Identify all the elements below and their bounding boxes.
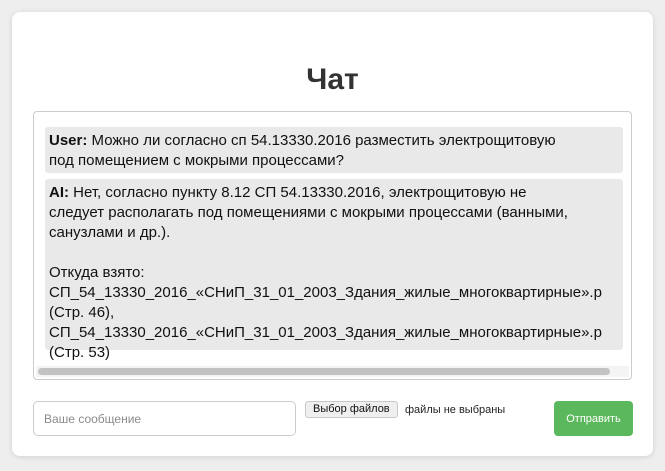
file-status-text: файлы не выбраны [405, 404, 506, 416]
message-input[interactable] [33, 401, 296, 436]
message-list: User: Можно ли согласно сп 54.13330.2016… [45, 127, 623, 362]
source-page: (Стр. 53) [49, 344, 111, 361]
scrollbar-thumb[interactable] [38, 368, 610, 375]
role-colon: : [82, 132, 88, 149]
message-line: AI: Нет, согласно пункту 8.12 СП 54.1333… [49, 183, 619, 203]
choose-files-button[interactable]: Выбор файлов [305, 401, 398, 418]
page-title: Чат [306, 63, 359, 96]
message-text: следует располагать под помещениями с мо… [49, 204, 568, 221]
chat-card: Чат User: Можно ли согласно сп 54.13330.… [12, 12, 653, 456]
source-file-name: СП_54_13330_2016_«СНиП_31_01_2003_Здания… [49, 284, 602, 301]
message-text: Нет, согласно пункту 8.12 СП 54.13330.20… [73, 184, 527, 201]
send-button[interactable]: Отправить [554, 401, 633, 436]
user-message: User: Можно ли согласно сп 54.13330.2016… [45, 127, 623, 173]
message-role: AI [49, 184, 64, 201]
horizontal-scrollbar[interactable] [36, 366, 629, 377]
message-text: под помещением с мокрыми процессами? [49, 152, 344, 169]
chat-log[interactable]: User: Можно ли согласно сп 54.13330.2016… [33, 111, 632, 380]
role-colon: : [64, 184, 69, 201]
ai-message: AI: Нет, согласно пункту 8.12 СП 54.1333… [45, 179, 623, 361]
message-text: Можно ли согласно сп 54.13330.2016 разме… [91, 132, 556, 149]
message-text: санузлами и др.). [49, 224, 171, 241]
source-heading: Откуда взято: [49, 264, 145, 281]
source-file-name: СП_54_13330_2016_«СНиП_31_01_2003_Здания… [49, 324, 602, 341]
message-line: User: Можно ли согласно сп 54.13330.2016… [49, 131, 619, 151]
message-role: User [49, 132, 83, 149]
source-page: (Стр. 46), [49, 304, 115, 321]
